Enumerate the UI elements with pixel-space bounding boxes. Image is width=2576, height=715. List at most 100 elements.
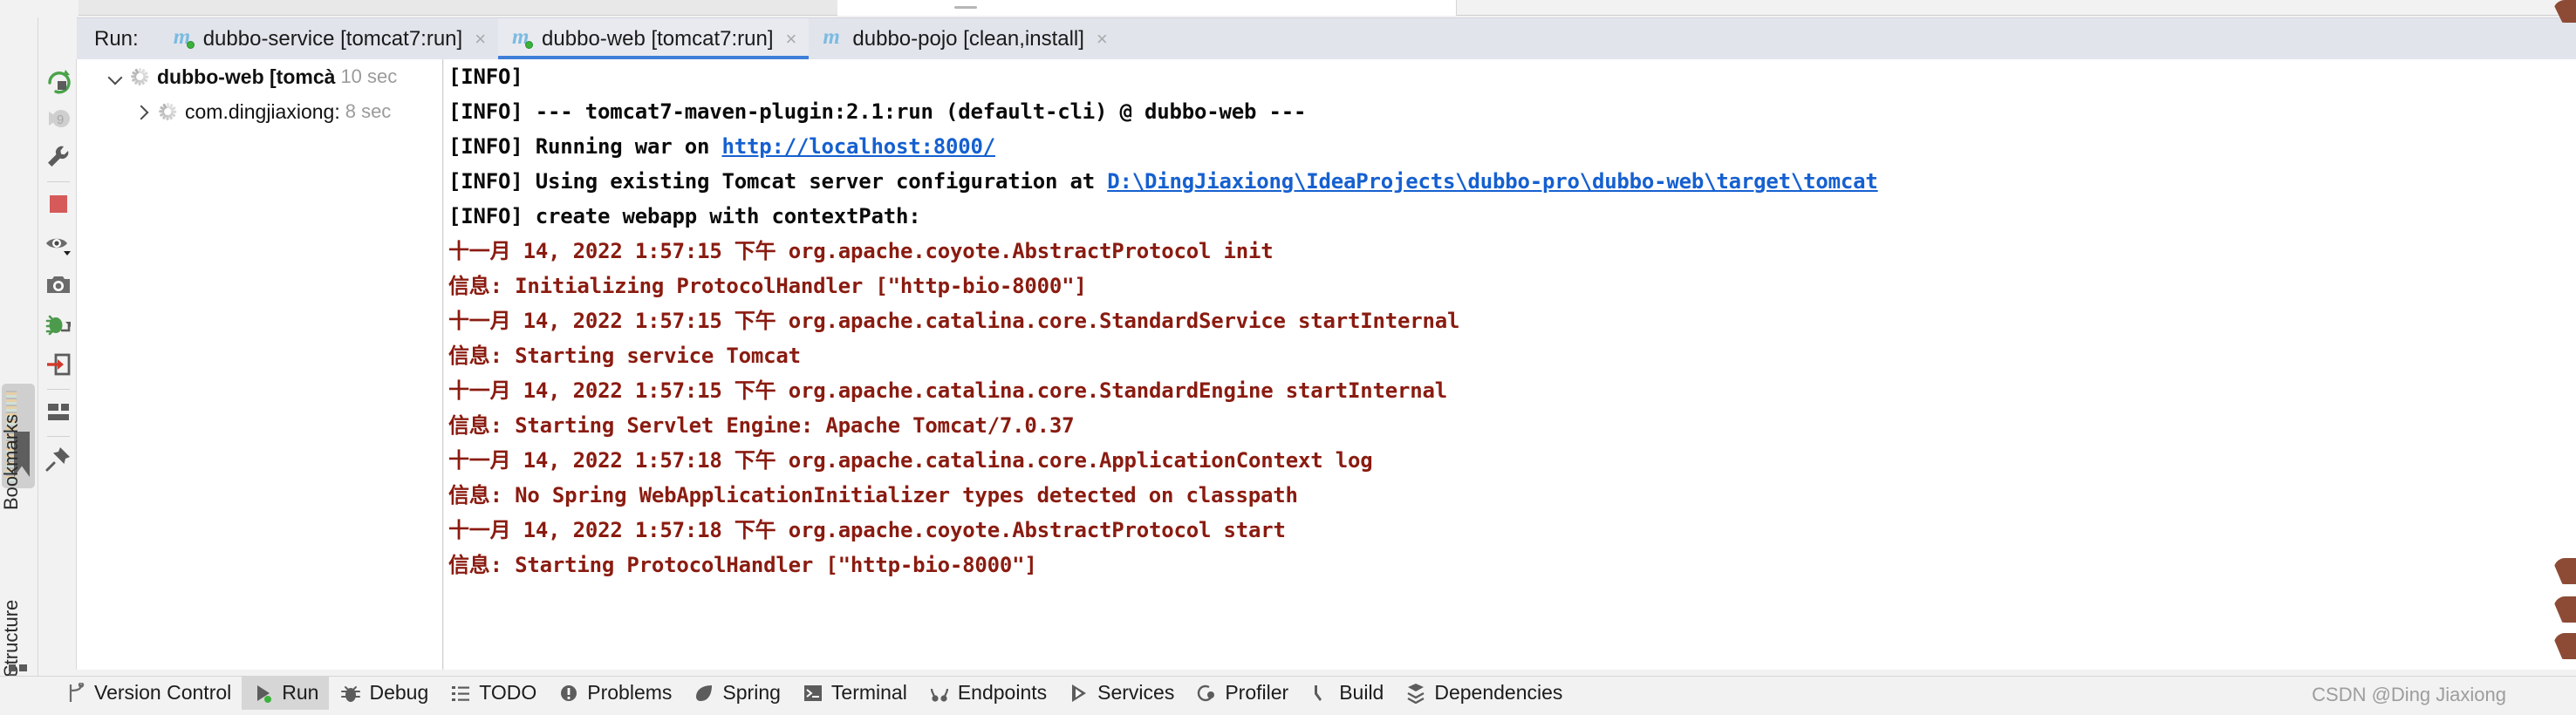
csdn-watermark: CSDN @Ding Jiaxiong [2312, 684, 2506, 705]
stop-icon[interactable] [44, 190, 72, 218]
bottom-item-version-control[interactable]: Version Control [54, 677, 242, 710]
close-icon[interactable]: × [786, 29, 797, 49]
console-line: 信息: Starting service Tomcat [448, 344, 801, 368]
debug-bug-icon[interactable] [44, 310, 72, 338]
bottom-item-label: Endpoints [957, 681, 1048, 704]
console-link[interactable]: http://localhost:8000/ [721, 134, 995, 159]
console-link[interactable]: D:\DingJiaxiong\IdeaProjects\dubbo-pro\d… [1107, 169, 1878, 194]
tree-node-label: com.dingjiaxiong: [185, 99, 340, 123]
console-line: [INFO] Using existing Tomcat server conf… [444, 164, 2576, 199]
layout-icon[interactable] [44, 398, 72, 426]
services-icon [1068, 682, 1090, 705]
rerun-icon[interactable] [44, 66, 72, 94]
toolbar-separator [47, 436, 70, 437]
bottom-item-label: Run [282, 681, 319, 704]
endpoints-icon [928, 682, 951, 705]
export-icon[interactable] [44, 351, 72, 378]
console-line: 十一月 14, 2022 1:57:18 下午 org.apache.catal… [448, 448, 1373, 473]
console-line: [INFO] --- tomcat7-maven-plugin:2.1:run … [448, 99, 1307, 124]
run-tab-label: dubbo-web [tomcat7:run] [542, 26, 774, 51]
list-icon [449, 682, 472, 705]
bottom-item-label: Problems [587, 681, 673, 704]
dependencies-icon [1404, 682, 1427, 705]
bottom-item-terminal[interactable]: Terminal [791, 677, 918, 710]
bottom-item-endpoints[interactable]: Endpoints [918, 677, 1057, 710]
run-tool-window-tabbar: Run: m dubbo-service [tomcat7:run] × m d… [77, 17, 2576, 60]
eye-soft-wrap-icon[interactable] [44, 230, 72, 258]
bottom-item-label: Profiler [1225, 681, 1289, 704]
bottom-item-todo[interactable]: TODO [439, 677, 547, 710]
console-line: 十一月 14, 2022 1:57:15 下午 org.apache.catal… [448, 309, 1460, 333]
chevron-down-icon[interactable] [103, 65, 126, 88]
run-tab-label: dubbo-pojo [clean,install] [852, 26, 1084, 51]
bottom-item-services[interactable]: Services [1057, 677, 1185, 710]
console-line-text: [INFO] Using existing Tomcat server conf… [448, 169, 1108, 194]
run-tab-label: dubbo-service [tomcat7:run] [202, 26, 463, 51]
run-actions-toolbar: 9 [39, 59, 77, 670]
bottom-item-debug[interactable]: Debug [329, 677, 439, 710]
bottom-item-label: Build [1339, 681, 1384, 704]
bottom-item-label: Debug [369, 681, 429, 704]
spinner-icon [129, 66, 150, 87]
toolbar-separator [47, 389, 70, 390]
terminal-icon [802, 682, 824, 705]
chevron-right-icon[interactable] [131, 100, 154, 123]
splitter-grab-handle[interactable] [954, 6, 977, 9]
bottom-item-profiler[interactable]: Profiler [1185, 677, 1299, 710]
bottom-item-problems[interactable]: Problems [547, 677, 682, 710]
tree-node-duration: 10 sec [340, 65, 398, 87]
run-tree-panel[interactable]: dubbo-web [tomcà 10 sec com.dingjiaxiong… [77, 59, 443, 670]
svg-text:9: 9 [57, 112, 64, 127]
resume-program-icon[interactable]: 9 [44, 105, 72, 133]
bottom-item-run[interactable]: Run [242, 676, 330, 710]
console-line-text: [INFO] Running war on [448, 134, 722, 159]
run-window-title: Run: [94, 26, 139, 51]
console-line: [INFO] [448, 65, 523, 89]
camera-print-icon[interactable] [44, 270, 72, 298]
bottom-item-label: Dependencies [1434, 681, 1563, 704]
bottom-item-build[interactable]: Build [1299, 677, 1394, 710]
pin-icon[interactable] [44, 445, 72, 473]
console-line: 信息: Starting ProtocolHandler ["http-bio-… [448, 553, 1037, 577]
console-output[interactable]: [INFO] [INFO] --- tomcat7-maven-plugin:2… [444, 59, 2576, 670]
console-line: 十一月 14, 2022 1:57:18 下午 org.apache.coyot… [448, 518, 1286, 542]
spring-leaf-icon [693, 682, 715, 705]
rail-item-bookmarks[interactable]: Bookmarks [0, 379, 38, 545]
editor-panel-stub-center [837, 0, 1457, 16]
editor-panel-stub-left [79, 0, 837, 16]
error-circle-icon [557, 682, 580, 705]
close-icon[interactable]: × [1097, 29, 1108, 49]
maven-m-icon: m [823, 24, 840, 49]
hammer-icon [1309, 682, 1332, 705]
maven-m-icon: m [174, 25, 196, 51]
bottom-item-label: Services [1097, 681, 1175, 704]
maven-m-icon: m [512, 25, 535, 51]
run-tab-dubbo-service[interactable]: m dubbo-service [tomcat7:run] × [160, 18, 498, 60]
toolbar-separator [47, 181, 70, 182]
spinner-icon [157, 101, 178, 122]
console-line: 信息: Starting Servlet Engine: Apache Tomc… [448, 413, 1075, 438]
tree-node-duration: 8 sec [345, 100, 392, 122]
tree-row[interactable]: com.dingjiaxiong: 8 sec [77, 94, 442, 129]
profiler-icon [1195, 682, 1218, 705]
bottom-item-label: Version Control [94, 681, 232, 704]
console-line: 信息: Initializing ProtocolHandler ["http-… [448, 274, 1087, 298]
console-line: 十一月 14, 2022 1:57:15 下午 org.apache.catal… [448, 378, 1447, 403]
bottom-item-label: Terminal [830, 681, 907, 704]
play-icon [252, 682, 275, 705]
run-tab-dubbo-web[interactable]: m dubbo-web [tomcat7:run] × [498, 17, 810, 60]
bottom-item-label: TODO [479, 681, 537, 704]
console-line: [INFO] create webapp with contextPath: [448, 204, 921, 228]
settings-wrench-icon[interactable] [44, 143, 72, 171]
run-tab-dubbo-pojo[interactable]: m dubbo-pojo [clean,install] × [809, 18, 1119, 60]
bottom-item-spring[interactable]: Spring [682, 677, 790, 710]
editor-panel-stub-right [1457, 0, 2576, 16]
console-line: [INFO] Running war on http://localhost:8… [444, 129, 2576, 164]
close-icon[interactable]: × [475, 29, 486, 49]
bottom-item-label: Spring [722, 681, 781, 704]
bottom-item-dependencies[interactable]: Dependencies [1394, 677, 1573, 710]
console-line: 信息: No Spring WebApplicationInitializer … [448, 483, 1298, 507]
branch-icon [65, 682, 87, 705]
tree-row[interactable]: dubbo-web [tomcà 10 sec [77, 59, 442, 94]
tree-node-label: dubbo-web [tomcà [157, 65, 336, 88]
